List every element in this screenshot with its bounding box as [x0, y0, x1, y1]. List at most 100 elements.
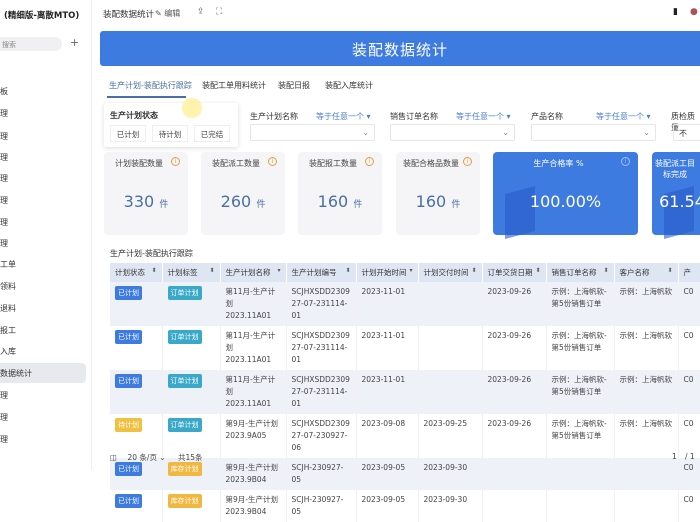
sort-icon[interactable]: ▾: [277, 267, 280, 274]
banner-title: 装配数据统计: [100, 31, 700, 66]
sidebar-item[interactable]: 入库: [0, 341, 86, 361]
column-header[interactable]: 生产计划名称 ▾: [220, 263, 287, 282]
cell-p: C0: [678, 490, 700, 522]
cell-order_date: 2023-09-26: [482, 326, 547, 370]
sidebar-item[interactable]: 理: [0, 233, 86, 253]
column-header[interactable]: 订单交货日期 ⬍: [482, 263, 547, 282]
column-header[interactable]: 客户名称 ⬍: [614, 263, 679, 282]
page-size-select[interactable]: 20 条/页 ⌄: [127, 453, 165, 462]
plan-tag-badge: 订单计划: [167, 418, 202, 432]
sidebar-item[interactable]: 理: [0, 103, 86, 123]
app-title: (精细版-离散MTO): [4, 11, 80, 21]
sidebar-item[interactable]: 理: [0, 126, 86, 146]
cell-start: 2023-09-05: [356, 490, 419, 522]
table-row[interactable]: 已计划 库存计划 第9月-生产计划 2023.9B04 SCJH-230927-05 2…: [110, 490, 700, 522]
cell-customer: [614, 490, 679, 522]
stat-card: 计划装配数量 i 330 件: [104, 152, 188, 235]
sidebar-item[interactable]: 理: [0, 190, 86, 210]
sidebar-item[interactable]: 数据统计: [0, 363, 86, 383]
sort-icon[interactable]: ⬍: [667, 267, 672, 274]
column-header[interactable]: 计划标签 ⬍: [162, 263, 221, 282]
sidebar-item[interactable]: 理: [0, 407, 86, 427]
cell-p: C0: [678, 282, 700, 326]
sidebar-item[interactable]: 工单: [0, 254, 86, 274]
column-header[interactable]: 生产计划编号 ⬍: [286, 263, 357, 282]
edit-label: 编辑: [164, 9, 181, 18]
status-filter-popup: 生产计划状态 已计划 待计划 已完结: [104, 103, 238, 147]
info-icon[interactable]: i: [171, 157, 180, 166]
tab-daily-report[interactable]: 装配日报: [278, 80, 310, 91]
filter-sales-order-label: 销售订单名称: [390, 112, 438, 121]
filter-product-select[interactable]: ⌄: [531, 124, 656, 141]
page-name: 装配数据统计: [103, 10, 155, 20]
tab-warehousing-stats[interactable]: 装配入库统计: [325, 80, 373, 91]
sidebar-item[interactable]: 报工: [0, 320, 86, 340]
cell-order_date: 2023-09-26: [482, 282, 547, 326]
cell-p: C0: [678, 370, 700, 414]
filter-sales-order-op[interactable]: 等于任意一个 ▾: [456, 111, 511, 122]
search-input[interactable]: 搜索: [0, 37, 62, 51]
table-row[interactable]: 已计划 订单计划 第11月-生产计划 2023.11A01 SCJHXSDD2309 …: [110, 326, 700, 370]
column-header[interactable]: 计划开始时间 ▾: [356, 263, 419, 282]
add-icon[interactable]: +: [70, 36, 79, 49]
cell-name: 第11月-生产计划 2023.11A01: [220, 282, 287, 326]
status-filter-title: 生产计划状态: [110, 111, 158, 120]
tab-execution-tracking[interactable]: 生产计划-装配执行跟踪: [109, 80, 192, 91]
sidebar-item[interactable]: 理: [0, 147, 86, 167]
cell-name: 第9月-生产计划 2023.9B04: [220, 490, 287, 522]
sidebar-item[interactable]: 理: [0, 429, 86, 449]
sidebar-item[interactable]: 退料: [0, 298, 86, 318]
column-header[interactable]: 计划交付时间 ⬍: [418, 263, 483, 282]
filter-product-op[interactable]: 等于任意一个 ▾: [596, 111, 651, 122]
stat-card: 装配派工目标完成 61.54: [652, 152, 700, 240]
info-icon[interactable]: i: [621, 157, 630, 166]
column-header[interactable]: 销售订单名称 ⬍: [546, 263, 615, 282]
tab-material-stats[interactable]: 装配工单用料统计: [202, 80, 266, 91]
filter-plan-name-op[interactable]: 等于任意一个 ▾: [316, 111, 371, 122]
info-icon[interactable]: i: [365, 157, 374, 166]
filter-plan-name-select[interactable]: ⌄: [250, 124, 375, 141]
sort-icon[interactable]: ⬍: [471, 267, 476, 274]
cell-order_date: 2023-09-26: [482, 370, 547, 414]
sort-icon[interactable]: ⬍: [345, 267, 350, 274]
sidebar-item[interactable]: 理: [0, 385, 86, 405]
sidebar-item[interactable]: 理: [0, 168, 86, 188]
sort-icon[interactable]: ⬍: [209, 267, 214, 274]
status-badge: 已计划: [115, 286, 142, 300]
info-icon[interactable]: i: [463, 157, 472, 166]
table-title: 生产计划-装配执行跟踪: [110, 249, 193, 258]
sidebar-item[interactable]: 领料: [0, 276, 86, 296]
cell-start: 2023-11-01: [356, 370, 419, 414]
page-input[interactable]: 1: [672, 452, 677, 461]
option-pending[interactable]: 待计划: [152, 125, 188, 142]
column-settings-icon[interactable]: ◫: [110, 453, 117, 462]
column-header[interactable]: 计划状态 ⬍: [110, 263, 163, 282]
sort-icon[interactable]: ▾: [409, 267, 412, 274]
cell-code: SCJHXSDD2309 27-07-231114-01: [286, 370, 357, 414]
cell-status: 已计划: [110, 370, 163, 414]
column-header[interactable]: 产: [678, 263, 700, 282]
sidebar-item[interactable]: 理: [0, 212, 86, 232]
sidebar-item[interactable]: 板: [0, 81, 86, 101]
cell-name: 第11月-生产计划 2023.11A01: [220, 370, 287, 414]
edit-button[interactable]: ✎ 编辑: [155, 8, 180, 19]
share-icon[interactable]: ⇪: [197, 7, 205, 17]
sort-icon[interactable]: ⬍: [151, 267, 156, 274]
stat-card: 生产合格率 % i 100.00%: [493, 152, 638, 240]
cell-customer: 示例：上海帆软: [614, 282, 679, 326]
avatar[interactable]: ●: [690, 7, 698, 17]
cell-tag: 订单计划: [162, 370, 221, 414]
sort-icon[interactable]: ⬍: [535, 267, 540, 274]
card-value: 61.54: [659, 192, 700, 211]
cell-customer: 示例：上海帆软: [614, 326, 679, 370]
option-planned[interactable]: 已计划: [110, 125, 146, 142]
info-icon[interactable]: i: [268, 157, 277, 166]
sidebar-toggle-icon[interactable]: ▮: [673, 7, 678, 17]
filter-sales-order-select[interactable]: ⌄: [390, 124, 515, 141]
table-row[interactable]: 已计划 订单计划 第11月-生产计划 2023.11A01 SCJHXSDD2309 …: [110, 282, 700, 326]
option-completed[interactable]: 已完结: [194, 125, 230, 142]
table-row[interactable]: 已计划 订单计划 第11月-生产计划 2023.11A01 SCJHXSDD2309 …: [110, 370, 700, 414]
fullscreen-icon[interactable]: ⛶: [216, 7, 222, 17]
sort-icon[interactable]: ⬍: [603, 267, 608, 274]
filter-quality-select[interactable]: 不: [673, 124, 700, 141]
